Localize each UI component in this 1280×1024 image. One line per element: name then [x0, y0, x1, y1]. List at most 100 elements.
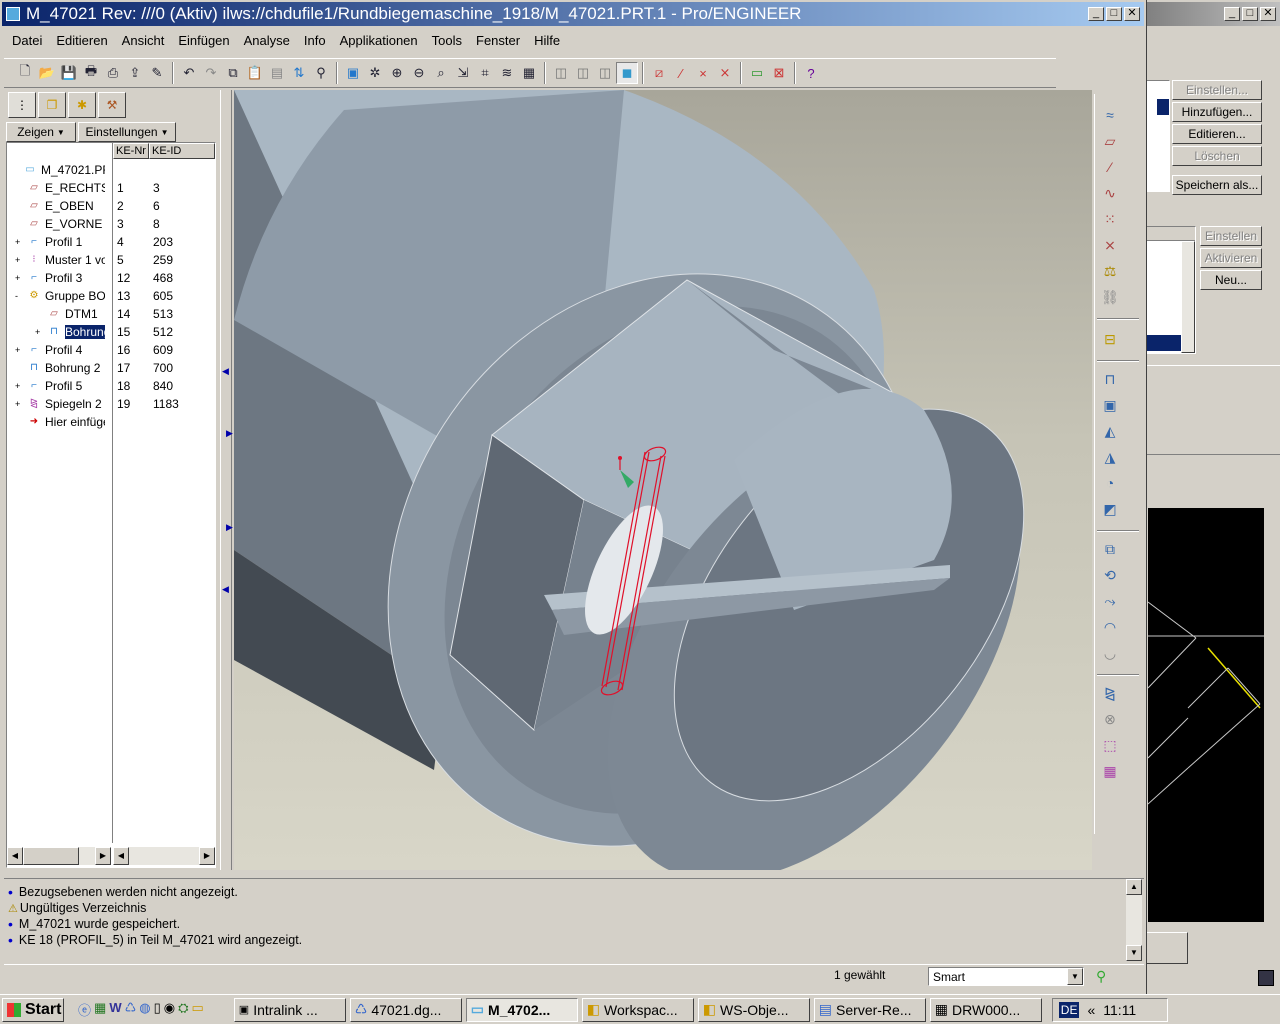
paste-special-icon[interactable]: ▤ [266, 62, 288, 84]
expand-toggle-icon[interactable]: + [15, 399, 25, 409]
save-icon[interactable]: 💾 [58, 62, 80, 84]
save-icon[interactable] [1258, 970, 1274, 986]
aktivieren-button[interactable]: Aktivieren [1200, 248, 1262, 268]
minimize-icon[interactable]: _ [1088, 7, 1104, 21]
view-manager-icon[interactable]: ▦ [518, 62, 540, 84]
export-icon[interactable]: ⇪ [124, 62, 146, 84]
datum-point-tool-icon[interactable]: ⁙ [1097, 206, 1123, 232]
tools-icon[interactable]: ⛭ [178, 1000, 188, 1019]
boundary-tool-icon[interactable]: ◡ [1097, 640, 1123, 666]
task-intralink[interactable]: ▣ Intralink ... [233, 997, 346, 1022]
context-help-icon[interactable]: ? [800, 62, 822, 84]
expand-toggle-icon[interactable]: + [15, 255, 25, 265]
expand-toggle-icon[interactable]: + [35, 327, 45, 337]
media-icon[interactable]: ◉ [164, 1000, 175, 1019]
task-part-active[interactable]: ▭ M_4702... [465, 997, 578, 1022]
tree-row[interactable]: ▱ E_RECHTS 1 3 [7, 179, 215, 197]
sweep-tool-icon[interactable]: ⤳ [1097, 588, 1123, 614]
rib-tool-icon[interactable]: ◭ [1097, 418, 1123, 444]
spin-center-icon[interactable]: ✲ [364, 62, 386, 84]
speichern-als-button[interactable]: Speichern als... [1172, 175, 1262, 195]
einstellen-button-2[interactable]: Einstellen [1200, 226, 1262, 246]
menu-datei[interactable]: Datei [12, 33, 42, 51]
task-drw[interactable]: ▦ DRW000... [929, 997, 1042, 1022]
menu-applikationen[interactable]: Applikationen [340, 33, 418, 51]
expand-toggle-icon[interactable]: - [15, 291, 25, 301]
menu-fenster[interactable]: Fenster [476, 33, 520, 51]
scrollbar-vertical[interactable] [1181, 241, 1195, 353]
open-folder-icon[interactable]: 📂 [36, 62, 58, 84]
saved-views-icon[interactable]: ⌗ [474, 62, 496, 84]
tree-row[interactable]: + ⧎ Spiegeln 2 19 1183 [7, 395, 215, 413]
edit-doc-icon[interactable]: ✎ [146, 62, 168, 84]
filter-select[interactable]: Smart ▼ [928, 967, 1084, 986]
expand-toggle-icon[interactable]: + [15, 273, 25, 283]
task-drawing[interactable]: ♺ 47021.dg... [349, 997, 462, 1022]
datum-planes-toggle-icon[interactable]: ⧄ [648, 62, 670, 84]
menu-analyse[interactable]: Analyse [244, 33, 290, 51]
connections-tab-icon[interactable]: ⚒ [98, 92, 126, 118]
excel-icon[interactable]: ▦ [94, 1000, 106, 1019]
annotation-tool-icon[interactable]: ⊟ [1097, 326, 1123, 352]
globe-icon[interactable]: ◍ [139, 1000, 150, 1019]
tree-row[interactable]: + ⌐ Profil 1 4 203 [7, 233, 215, 251]
copy-icon[interactable]: ⧉ [222, 62, 244, 84]
datum-points-toggle-icon[interactable]: × [692, 62, 714, 84]
expand-right-icon[interactable]: ▶ [226, 428, 233, 439]
datum-axes-toggle-icon[interactable]: ⁄ [670, 62, 692, 84]
ie-icon[interactable]: ⓔ [78, 1000, 91, 1019]
scroll-right-icon[interactable]: ▶ [199, 847, 215, 865]
task-ws-objects[interactable]: ◧ WS-Obje... [697, 997, 810, 1022]
sketch-tool-icon[interactable]: ≈ [1097, 102, 1123, 128]
revolve-tool-icon[interactable]: ⟲ [1097, 562, 1123, 588]
chamfer-tool-icon[interactable]: ◩ [1097, 496, 1123, 522]
print-icon[interactable]: 🖶 [80, 62, 102, 84]
zeigen-dropdown[interactable]: Zeigen ▼ [6, 122, 76, 142]
menu-hilfe[interactable]: Hilfe [534, 33, 560, 51]
window-activate-icon[interactable]: ▭ [746, 62, 768, 84]
no-hidden-icon[interactable]: ◫ [594, 62, 616, 84]
search-binoculars-icon[interactable]: ⚲ [310, 62, 332, 84]
folder-browser-tab-icon[interactable]: ❐ [38, 92, 66, 118]
neu-button[interactable]: Neu... [1200, 270, 1262, 290]
tree-row[interactable]: + ⊓ Bohrung 15 512 [7, 323, 215, 341]
close-icon[interactable]: ✕ [1124, 7, 1140, 21]
refit-icon[interactable]: ⌕ [430, 62, 452, 84]
tree-row[interactable]: ▱ E_OBEN 2 6 [7, 197, 215, 215]
regenerate-icon[interactable]: ⇅ [288, 62, 310, 84]
server-icon[interactable]: ▯ [154, 1000, 161, 1019]
expand-toggle-icon[interactable]: + [15, 237, 25, 247]
language-indicator[interactable]: DE [1058, 1001, 1080, 1018]
minimize-icon[interactable]: _ [1224, 7, 1240, 21]
folder-icon[interactable]: ▭ [192, 1000, 204, 1019]
scroll-thumb[interactable] [23, 847, 79, 865]
menu-editieren[interactable]: Editieren [56, 33, 107, 51]
maximize-icon[interactable]: □ [1106, 7, 1122, 21]
task-server[interactable]: ▤ Server-Re... [813, 997, 926, 1022]
col-header-nr[interactable]: KE-Nr [113, 143, 149, 159]
menu-info[interactable]: Info [304, 33, 326, 51]
undo-icon[interactable]: ↶ [178, 62, 200, 84]
menu-einfuegen[interactable]: Einfügen [178, 33, 229, 51]
expand-toggle-icon[interactable]: + [15, 381, 25, 391]
tree-row[interactable]: ⊓ Bohrung 2 17 700 [7, 359, 215, 377]
paste-icon[interactable]: 📋 [244, 62, 266, 84]
editieren-button[interactable]: Editieren... [1172, 124, 1262, 144]
tree-row[interactable]: ▱ DTM1 14 513 [7, 305, 215, 323]
einstellen-button[interactable]: Einstellen... [1172, 80, 1262, 100]
datum-plane-tool-icon[interactable]: ▱ [1097, 128, 1123, 154]
print-preview-icon[interactable]: ⎙ [102, 62, 124, 84]
orient-icon[interactable]: ⇲ [452, 62, 474, 84]
analysis-tool-icon[interactable]: ⚖ [1097, 258, 1123, 284]
round-tool-icon[interactable]: ◔ [1097, 470, 1123, 496]
scroll-up-icon[interactable]: ▲ [1126, 879, 1142, 895]
scroll-down-icon[interactable]: ▼ [1126, 945, 1142, 961]
redraw-icon[interactable]: ▣ [342, 62, 364, 84]
close-icon[interactable]: ✕ [1260, 7, 1276, 21]
extrude-tool-icon[interactable]: ⧉ [1097, 536, 1123, 562]
zoom-out-icon[interactable]: ⊖ [408, 62, 430, 84]
tree-row[interactable]: + ⌐ Profil 5 18 840 [7, 377, 215, 395]
list-box-middle[interactable] [1146, 226, 1196, 354]
favorites-tab-icon[interactable]: ✱ [68, 92, 96, 118]
hole-tool-icon[interactable]: ⊓ [1097, 366, 1123, 392]
